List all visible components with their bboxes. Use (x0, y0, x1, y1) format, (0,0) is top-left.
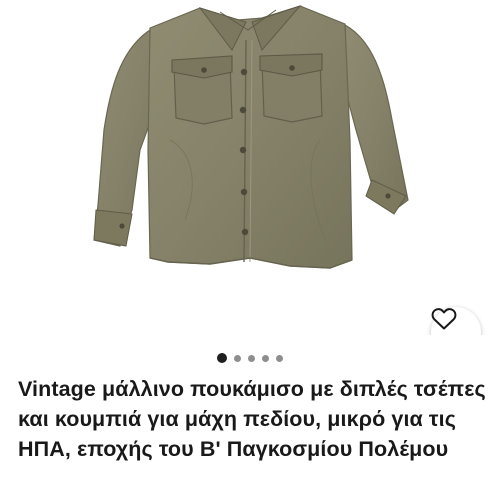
gallery-dot-5[interactable] (276, 354, 283, 362)
gallery-pagination (0, 352, 500, 364)
listing-title-brand: Vintage (18, 377, 96, 401)
gallery-dot-1[interactable] (217, 353, 227, 363)
listing-title: Vintage μάλλινο πουκάμισο με διπλές τσέπ… (18, 374, 488, 464)
gallery-dot-4[interactable] (262, 354, 269, 362)
product-image-shirt (93, 4, 409, 269)
gallery-dot-3[interactable] (248, 354, 255, 362)
gallery-dot-2[interactable] (234, 354, 241, 362)
listing-screen: Vintage μάλλινο πουκάμισο με διπλές τσέπ… (0, 0, 500, 500)
product-image-gallery[interactable] (0, 0, 500, 335)
